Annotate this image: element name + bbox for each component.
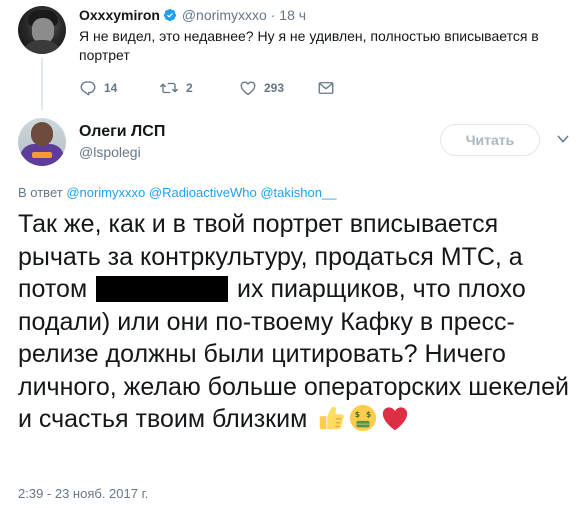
parent-action-bar: 14 2 293 [79,78,379,98]
thread-connector-line [41,58,43,110]
tweet-timestamp[interactable]: 2:39 - 23 нояб. 2017 г. [18,486,148,501]
svg-text:$: $ [355,410,360,419]
redaction-block [96,276,229,302]
parent-tweet-text: Я не видел, это недавнее? Ну я не удивле… [79,28,539,63]
reply-count: 14 [104,81,118,95]
parent-author-name[interactable]: Oxxxymiron [79,7,160,23]
money-mouth-face-icon: $ $ [350,404,377,432]
reply-context: В ответ @norimyxxxo @RadioactiveWho @tak… [18,185,336,200]
reply-mention-link[interactable]: @takishon__ [260,185,336,200]
tweet-text: Так же, как и в твой портрет вписывается… [18,208,578,436]
main-tweet: Олеги ЛСП @lspolegi Читать В ответ @nori… [0,108,585,508]
retweet-button[interactable]: 2 [159,78,193,98]
direct-message-button[interactable] [317,78,335,98]
parent-tweet: Oxxxymiron @norimyxxxo · 18 ч Я не видел… [0,0,585,110]
reply-mention-link[interactable]: @norimyxxxo [66,185,145,200]
author-handle[interactable]: @lspolegi [79,144,141,160]
retweet-count: 2 [186,81,193,95]
parent-avatar[interactable] [18,6,66,54]
parent-header: Oxxxymiron @norimyxxxo · 18 ч [79,7,306,23]
chevron-down-icon[interactable] [555,131,571,147]
reply-button[interactable]: 14 [79,78,117,98]
parent-author-handle[interactable]: @norimyxxxo [182,7,267,23]
parent-tweet-time[interactable]: 18 ч [279,7,306,23]
author-name[interactable]: Олеги ЛСП [79,123,165,141]
thumbs-up-icon [319,406,344,430]
retweet-icon [160,82,178,94]
heart-icon [240,81,256,96]
author-avatar[interactable] [18,118,66,166]
red-heart-icon [383,407,408,431]
envelope-icon [318,82,334,94]
like-button[interactable]: 293 [239,78,284,98]
header-separator: · [270,7,276,23]
svg-text:$: $ [366,410,371,419]
reply-mention-link[interactable]: @RadioactiveWho [149,185,257,200]
like-count: 293 [264,81,285,95]
follow-button[interactable]: Читать [440,124,540,156]
reply-context-prefix: В ответ [18,185,67,200]
verified-badge-icon [163,8,177,22]
reply-icon [80,81,96,96]
